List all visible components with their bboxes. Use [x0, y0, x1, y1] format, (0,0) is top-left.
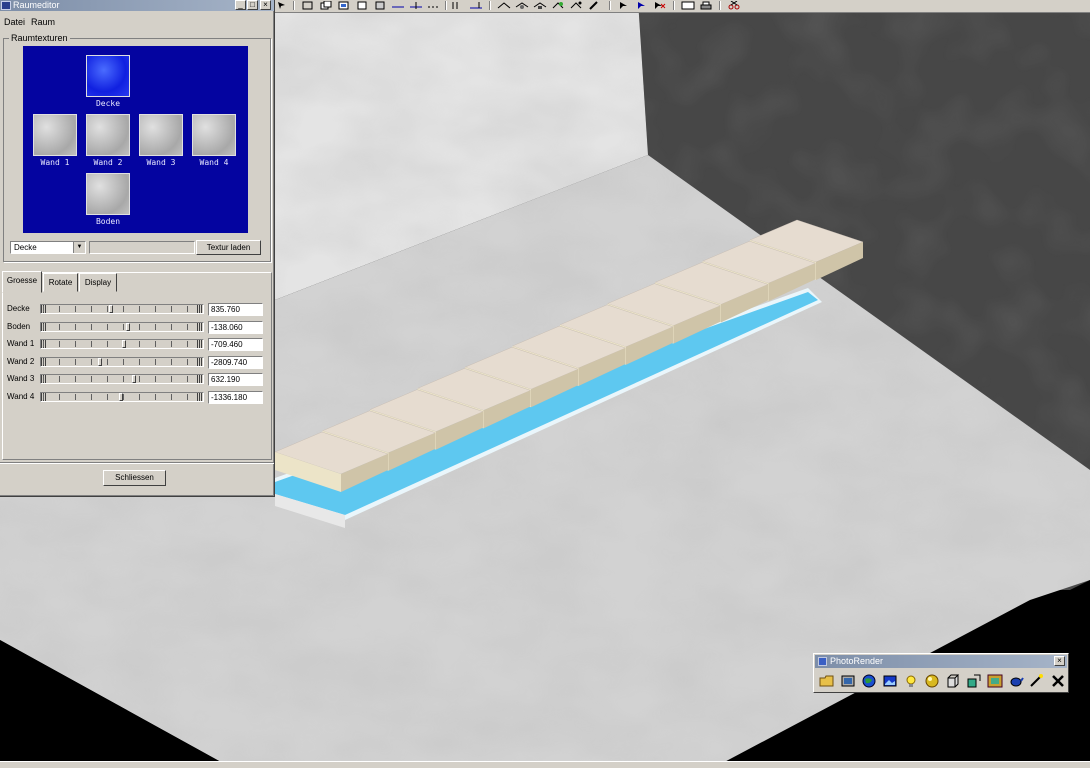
size-label: Boden — [7, 322, 31, 331]
measure-icon[interactable] — [497, 0, 511, 10]
move-icon[interactable] — [569, 0, 583, 10]
size-label: Decke — [7, 304, 30, 313]
background-icon[interactable] — [880, 671, 899, 690]
title-bar[interactable]: Raumeditor _ □ × — [0, 0, 274, 11]
texture-tile-wand2[interactable] — [86, 114, 130, 156]
texture-label-wand2: Wand 2 — [93, 158, 123, 167]
slider-thumb[interactable] — [119, 393, 123, 401]
brush-icon[interactable] — [587, 0, 601, 10]
slider-thumb[interactable] — [126, 323, 130, 331]
texture-label-boden: Boden — [95, 217, 121, 226]
texture-tile-wand3[interactable] — [139, 114, 183, 156]
paste-icon[interactable] — [337, 0, 351, 10]
pick-icon[interactable] — [635, 0, 649, 10]
size-value-field[interactable]: 835.760 — [208, 303, 263, 316]
slider-thumb[interactable] — [109, 305, 113, 313]
export-icon[interactable] — [964, 671, 983, 690]
menu-bar: Datei Raum — [0, 15, 274, 29]
size-slider[interactable] — [40, 374, 204, 384]
line-icon[interactable] — [391, 0, 405, 10]
close-icon[interactable]: × — [1054, 656, 1065, 666]
window-icon[interactable] — [681, 0, 695, 10]
slider-thumb[interactable] — [122, 340, 126, 348]
texture-tile-boden[interactable] — [86, 173, 130, 215]
window-title: Raumeditor — [13, 0, 60, 10]
texture-group-label: Raumtexturen — [9, 33, 70, 43]
dots-icon[interactable] — [427, 0, 441, 10]
camera-icon[interactable] — [515, 0, 529, 10]
material-icon[interactable] — [922, 671, 941, 690]
wall-icon[interactable] — [451, 0, 465, 10]
size-value-field[interactable]: 632.190 — [208, 373, 263, 386]
minimize-icon[interactable]: _ — [235, 0, 246, 10]
copy-icon[interactable] — [319, 0, 333, 10]
size-slider[interactable] — [40, 392, 204, 402]
main-toolbar — [275, 0, 1090, 13]
size-slider[interactable] — [40, 339, 204, 349]
close-x-icon[interactable] — [1048, 671, 1067, 690]
texture-panel: Decke Wand 1 Wand 2 Wand 3 Wand 4 Boden — [23, 46, 248, 233]
size-value-field[interactable]: -1336.180 — [208, 391, 263, 404]
texture-tile-decke[interactable] — [86, 55, 130, 97]
arrow-icon[interactable] — [617, 0, 631, 10]
size-slider[interactable] — [40, 357, 204, 367]
size-value-field[interactable]: -709.460 — [208, 338, 263, 351]
texture-load-button[interactable]: Textur laden — [196, 240, 261, 255]
size-slider[interactable] — [40, 322, 204, 332]
app-icon — [818, 657, 827, 666]
print-icon[interactable] — [699, 0, 713, 10]
chevron-down-icon[interactable]: ▼ — [73, 242, 85, 253]
close-button[interactable]: Schliessen — [103, 470, 166, 486]
texture-select-value: Decke — [14, 243, 37, 252]
size-value-field[interactable]: -138.060 — [208, 321, 263, 334]
orbit-icon[interactable] — [551, 0, 565, 10]
teapot-icon[interactable] — [1006, 671, 1025, 690]
box-icon[interactable] — [373, 0, 387, 10]
cursor-icon[interactable] — [275, 0, 289, 10]
size-label: Wand 1 — [7, 339, 35, 348]
texture-label-wand4: Wand 4 — [199, 158, 229, 167]
maximize-icon[interactable]: □ — [247, 0, 258, 10]
slider-thumb[interactable] — [132, 375, 136, 383]
texture-tile-wand1[interactable] — [33, 114, 77, 156]
tab-display[interactable]: Display — [79, 273, 117, 292]
texture-label-decke: Decke — [95, 99, 121, 108]
floor-icon[interactable] — [469, 0, 483, 10]
select-icon[interactable] — [301, 0, 315, 10]
texture-path-field — [89, 241, 195, 254]
photorender-title-bar[interactable]: PhotoRender × — [815, 655, 1067, 668]
size-label: Wand 2 — [7, 357, 35, 366]
photorender-toolbar: PhotoRender × — [813, 653, 1069, 693]
texture-select[interactable]: Decke ▼ — [10, 241, 86, 254]
size-slider[interactable] — [40, 304, 204, 314]
slider-thumb[interactable] — [98, 358, 102, 366]
light-icon[interactable] — [901, 671, 920, 690]
texture-label-wand3: Wand 3 — [146, 158, 176, 167]
size-value-field[interactable]: -2809.740 — [208, 356, 263, 369]
globe-icon[interactable] — [859, 671, 878, 690]
close-icon[interactable]: × — [260, 0, 271, 10]
frame-icon[interactable] — [985, 671, 1004, 690]
scissors-icon[interactable] — [727, 0, 741, 10]
size-label: Wand 4 — [7, 392, 35, 401]
tab-rotate[interactable]: Rotate — [43, 273, 78, 292]
menu-datei[interactable]: Datei — [4, 17, 25, 27]
texture-label-wand1: Wand 1 — [40, 158, 70, 167]
rect-icon[interactable] — [355, 0, 369, 10]
size-label: Wand 3 — [7, 374, 35, 383]
wand-icon[interactable] — [1027, 671, 1046, 690]
open-icon[interactable] — [817, 671, 836, 690]
menu-raum[interactable]: Raum — [31, 17, 55, 27]
app-icon — [1, 1, 11, 10]
photorender-title: PhotoRender — [830, 656, 884, 666]
texture-tile-wand4[interactable] — [192, 114, 236, 156]
pick-multi-icon[interactable] — [653, 0, 667, 10]
dim-icon[interactable] — [409, 0, 423, 10]
box-icon[interactable] — [943, 671, 962, 690]
view-icon[interactable] — [533, 0, 547, 10]
render-icon[interactable] — [838, 671, 857, 690]
separator — [0, 462, 274, 464]
tab-groesse[interactable]: Groesse — [2, 271, 42, 293]
raumeditor-window: Raumeditor _ □ × Datei Raum Raumtexturen… — [0, 0, 275, 497]
